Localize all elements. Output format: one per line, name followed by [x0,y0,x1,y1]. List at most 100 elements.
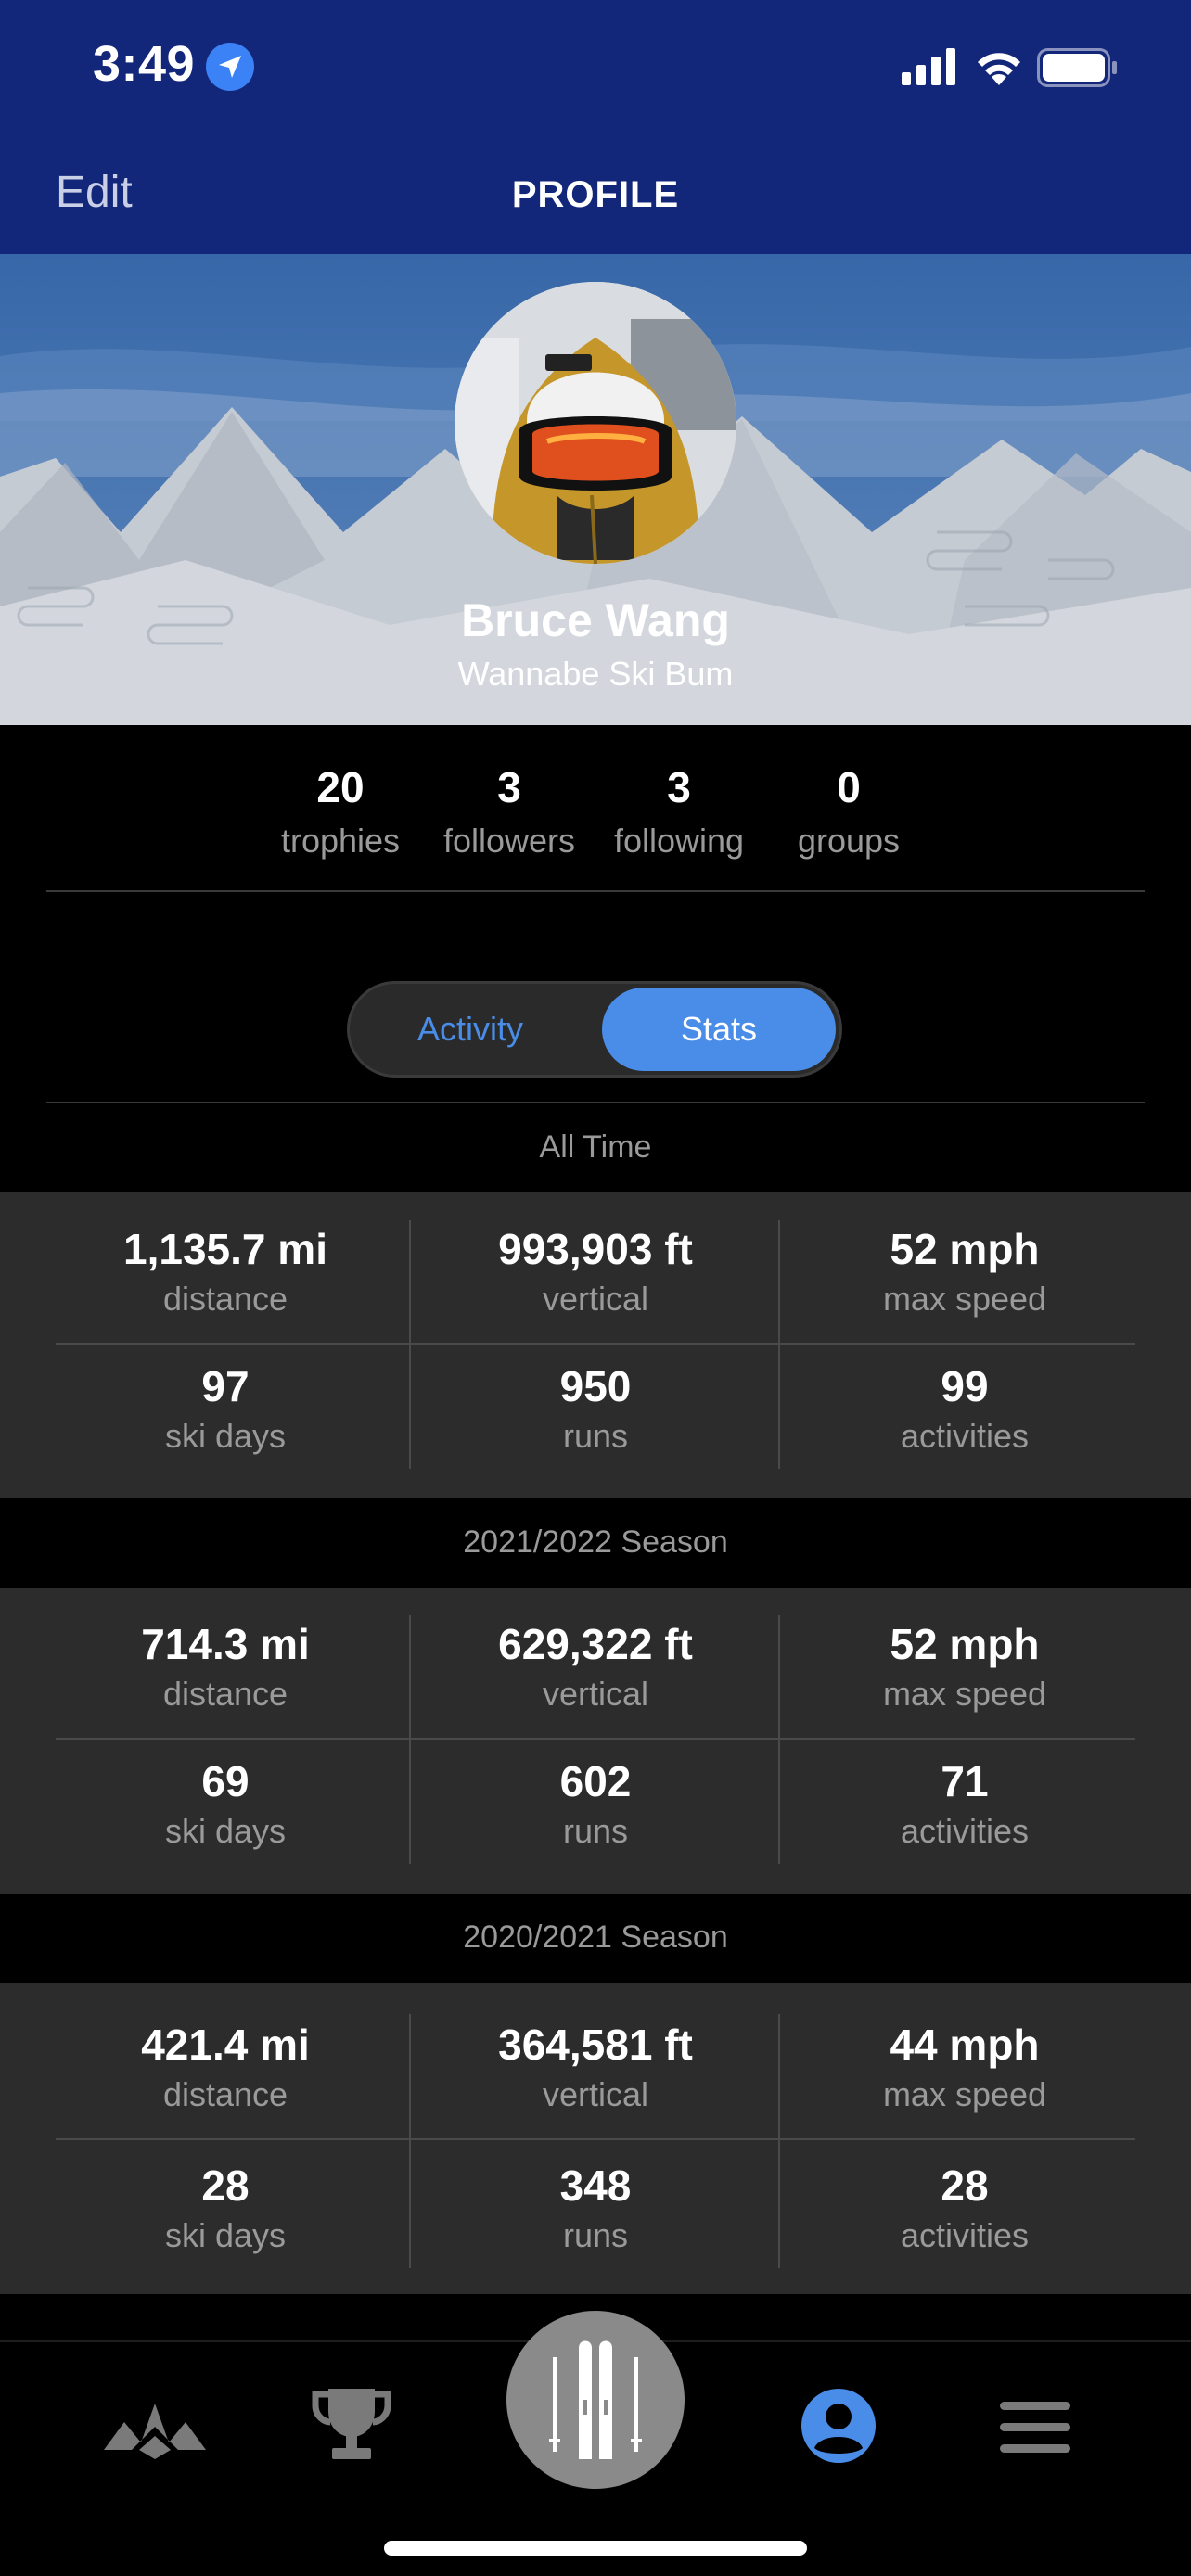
section-header: 2020/2021 Season [463,1919,728,1955]
stat-value: 28 [201,2162,250,2210]
section-header: All Time [539,1129,652,1165]
stats-block-2021-2022: 714.3 mi distance 629,322 ft vertical 52… [0,1588,1191,1894]
stat-value: 71 [941,1757,989,1805]
menu-icon[interactable] [1000,2400,1070,2455]
row-divider [56,2138,1135,2140]
stat-distance: 421.4 mi distance [41,2020,410,2114]
stat-distance: 714.3 mi distance [41,1619,410,1714]
stat-runs: 348 runs [411,2161,780,2255]
following-count[interactable]: 3 following [586,762,772,861]
groups-count[interactable]: 0 groups [756,762,941,861]
avatar[interactable] [455,282,736,564]
stat-label: ski days [164,1417,287,1455]
column-divider [409,2014,411,2268]
stat-runs: 602 runs [411,1756,780,1851]
stat-value: 97 [201,1362,250,1410]
stat-label: max speed [882,1675,1047,1713]
skis-icon [549,2340,642,2459]
count-label: following [613,822,745,860]
trophies-count[interactable]: 20 trophies [248,762,433,861]
column-divider [778,1615,780,1864]
stat-max-speed: 44 mph max speed [780,2020,1149,2114]
stat-vertical: 629,322 ft vertical [411,1619,780,1714]
status-time: 3:49 [93,36,196,92]
stat-activities: 28 activities [780,2161,1149,2255]
column-divider [778,2014,780,2268]
record-button[interactable] [506,2311,685,2489]
wifi-icon [978,53,1020,85]
stat-label: vertical [542,1675,649,1713]
stat-label: vertical [542,2075,649,2113]
count-label: groups [797,822,901,860]
mountains-icon[interactable] [104,2394,206,2459]
top-bar: 3:49 Edit PROFILE [0,0,1191,254]
trophy-icon[interactable] [310,2383,393,2467]
stat-value: 950 [559,1362,632,1410]
stat-vertical: 993,903 ft vertical [411,1224,780,1319]
stat-label: runs [562,1812,629,1850]
stat-activities: 71 activities [780,1756,1149,1851]
stat-label: max speed [882,1280,1047,1318]
stat-value: 602 [559,1757,632,1805]
row-divider [56,1343,1135,1345]
profile-tagline: Wannabe Ski Bum [457,655,734,693]
stat-label: ski days [164,2216,287,2254]
count-value: 20 [316,763,365,811]
nav-bar: Edit PROFILE [0,139,1191,254]
status-bar: 3:49 [0,0,1191,139]
page-title: PROFILE [511,174,680,215]
signal-icon [902,48,955,85]
stat-label: distance [162,1280,288,1318]
stats-block-all-time: 1,135.7 mi distance 993,903 ft vertical … [0,1192,1191,1498]
count-value: 0 [837,763,861,811]
stat-label: activities [900,2216,1030,2254]
stat-max-speed: 52 mph max speed [780,1224,1149,1319]
stat-label: distance [162,2075,288,2113]
column-divider [409,1615,411,1864]
row-divider [56,1738,1135,1740]
stat-value: 364,581 ft [498,2021,693,2069]
stat-label: activities [900,1812,1030,1850]
stat-value: 44 mph [890,2021,1040,2069]
location-icon [206,43,254,91]
app: 3:49 Edit PROFILE Bruce Wang Wannabe Ski… [0,0,1191,2576]
column-divider [409,1220,411,1469]
stat-label: activities [900,1417,1030,1455]
stat-value: 52 mph [890,1620,1040,1668]
home-indicator [384,2541,807,2556]
activity-tab[interactable]: Activity [350,984,591,1075]
stats-block-2020-2021: 421.4 mi distance 364,581 ft vertical 44… [0,1983,1191,2294]
stat-value: 52 mph [890,1225,1040,1273]
divider [46,1102,1145,1103]
stat-label: vertical [542,1280,649,1318]
profile-name: Bruce Wang [461,594,730,646]
stat-value: 629,322 ft [498,1620,693,1668]
stat-max-speed: 52 mph max speed [780,1619,1149,1714]
stat-value: 99 [941,1362,989,1410]
divider [46,890,1145,892]
avatar-image [455,282,736,564]
count-value: 3 [667,763,691,811]
stat-ski-days: 69 ski days [41,1756,410,1851]
view-toggle: Activity Stats [347,981,842,1078]
stat-value: 348 [559,2162,632,2210]
stat-label: max speed [882,2075,1047,2113]
stat-value: 421.4 mi [141,2021,310,2069]
stat-value: 69 [201,1757,250,1805]
profile-counts: 20 trophies 3 followers 3 following 0 gr… [0,725,1191,892]
stat-value: 714.3 mi [141,1620,310,1668]
followers-count[interactable]: 3 followers [416,762,602,861]
stat-label: runs [562,1417,629,1455]
column-divider [778,1220,780,1469]
stat-value: 28 [941,2162,989,2210]
stat-runs: 950 runs [411,1361,780,1456]
stat-label: distance [162,1675,288,1713]
profile-icon[interactable] [801,2389,876,2463]
profile-header: Bruce Wang Wannabe Ski Bum [0,254,1191,725]
stats-tab[interactable]: Stats [602,988,836,1071]
count-value: 3 [497,763,521,811]
stat-distance: 1,135.7 mi distance [41,1224,410,1319]
stat-value: 1,135.7 mi [123,1225,327,1273]
stat-vertical: 364,581 ft vertical [411,2020,780,2114]
section-header: 2021/2022 Season [463,1524,728,1560]
